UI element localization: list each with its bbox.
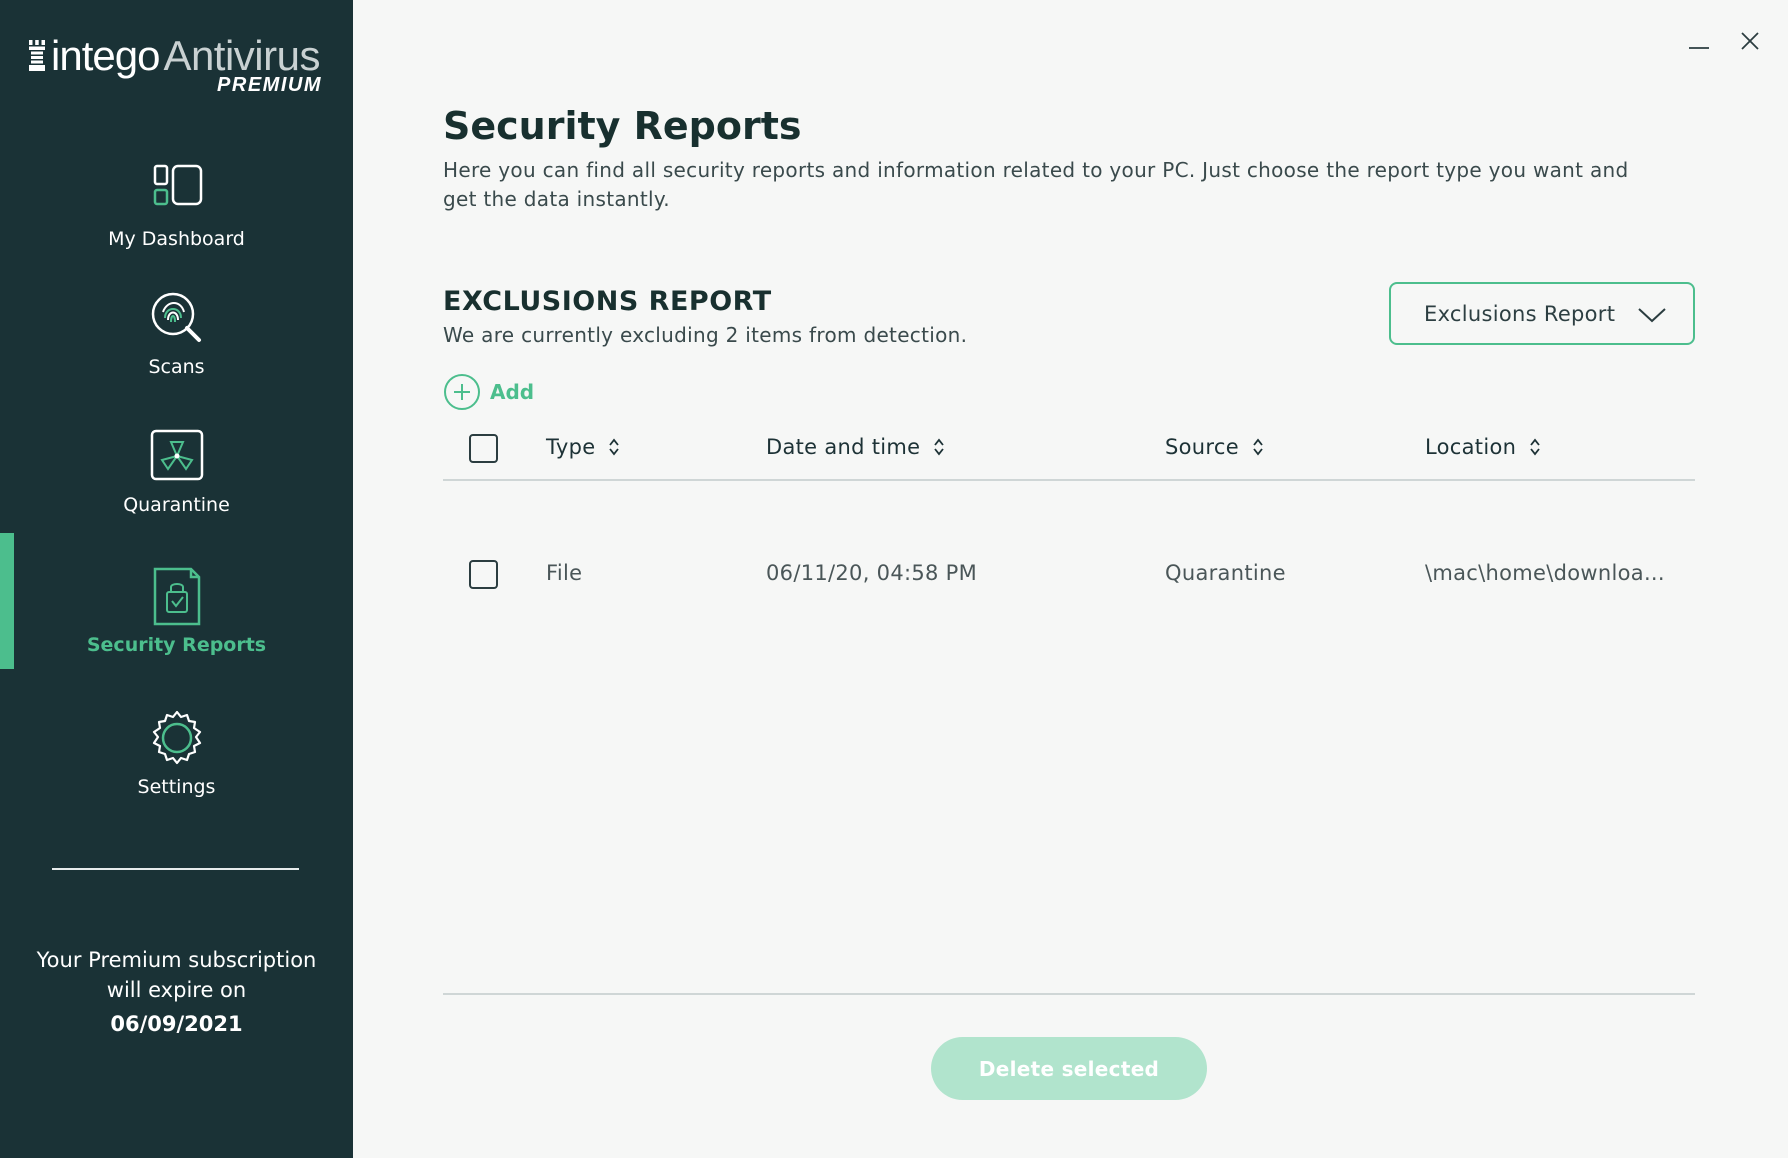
sidebar-item-label: Scans bbox=[148, 356, 205, 378]
add-label: Add bbox=[490, 380, 535, 404]
logo-product-text: Antivirus bbox=[163, 32, 320, 79]
subscription-date: 06/09/2021 bbox=[110, 1012, 243, 1036]
sidebar-item-scans[interactable]: Scans bbox=[0, 288, 353, 378]
table-row[interactable]: File 06/11/20, 04:58 PM Quarantine \mac\… bbox=[443, 481, 1695, 589]
sidebar: intego Antivirus PREMIUM My Dashboard Sc… bbox=[0, 0, 353, 1158]
sidebar-item-my-dashboard[interactable]: My Dashboard bbox=[0, 160, 353, 250]
page-description: Here you can find all security reports a… bbox=[443, 158, 1629, 211]
sidebar-item-label: Settings bbox=[137, 776, 216, 798]
close-icon[interactable] bbox=[1737, 28, 1763, 54]
section-title: EXCLUSIONS REPORT bbox=[443, 286, 772, 317]
sidebar-item-quarantine[interactable]: Quarantine bbox=[0, 426, 353, 516]
plus-circle-icon bbox=[444, 374, 480, 410]
fingerprint-scan-icon bbox=[151, 292, 201, 342]
sidebar-item-label: Quarantine bbox=[123, 494, 230, 516]
tower-logo-icon bbox=[29, 40, 45, 71]
column-header-label: Source bbox=[1165, 435, 1239, 459]
logo-brand-text: intego bbox=[51, 32, 160, 79]
chevron-down-icon bbox=[1638, 308, 1666, 323]
sidebar-divider bbox=[52, 868, 299, 870]
section-subtitle: We are currently excluding 2 items from … bbox=[443, 323, 968, 347]
quarantine-radiation-icon bbox=[150, 429, 203, 481]
minimize-icon[interactable] bbox=[1686, 30, 1712, 52]
report-document-icon bbox=[153, 567, 200, 626]
cell-type: File bbox=[546, 561, 583, 585]
delete-selected-button[interactable]: Delete selected bbox=[931, 1037, 1207, 1100]
subscription-info: Your Premium subscription will expire on… bbox=[0, 945, 353, 1039]
dashboard-icon bbox=[153, 164, 202, 206]
logo-tier-text: PREMIUM bbox=[217, 74, 322, 96]
report-type-dropdown[interactable]: Exclusions Report bbox=[1389, 282, 1695, 345]
cell-location: \mac\home\downloa... bbox=[1425, 561, 1665, 585]
add-exclusion-button[interactable]: Add bbox=[443, 373, 534, 411]
column-header-label: Location bbox=[1425, 435, 1517, 459]
sort-icon bbox=[934, 438, 945, 456]
subscription-text: Your Premium subscription will expire on bbox=[36, 948, 317, 1002]
app-logo: intego Antivirus PREMIUM bbox=[28, 34, 328, 104]
gear-icon bbox=[152, 710, 201, 765]
column-header-label: Date and time bbox=[766, 435, 921, 459]
page-title: Security Reports bbox=[443, 104, 802, 148]
column-header-location[interactable]: Location bbox=[1425, 435, 1542, 459]
report-type-selected: Exclusions Report bbox=[1424, 301, 1616, 326]
column-header-type[interactable]: Type bbox=[546, 435, 621, 459]
column-header-date[interactable]: Date and time bbox=[766, 435, 946, 459]
sort-icon bbox=[609, 438, 620, 456]
cell-date: 06/11/20, 04:58 PM bbox=[766, 561, 978, 585]
sort-icon bbox=[1530, 438, 1540, 456]
column-header-label: Type bbox=[546, 435, 596, 459]
table-header: Type Date and time Source Location bbox=[443, 428, 1695, 481]
select-all-checkbox[interactable] bbox=[469, 434, 498, 463]
column-header-source[interactable]: Source bbox=[1165, 435, 1265, 459]
sidebar-item-settings[interactable]: Settings bbox=[0, 708, 353, 798]
sidebar-item-label: Security Reports bbox=[86, 634, 267, 656]
table-bottom-divider bbox=[443, 993, 1695, 995]
sidebar-item-security-reports[interactable]: Security Reports bbox=[0, 566, 353, 656]
sidebar-item-label: My Dashboard bbox=[108, 228, 245, 250]
cell-source: Quarantine bbox=[1165, 561, 1286, 585]
exclusions-table: Type Date and time Source Location File … bbox=[443, 428, 1695, 589]
sort-icon bbox=[1253, 438, 1263, 456]
row-checkbox[interactable] bbox=[469, 560, 498, 589]
